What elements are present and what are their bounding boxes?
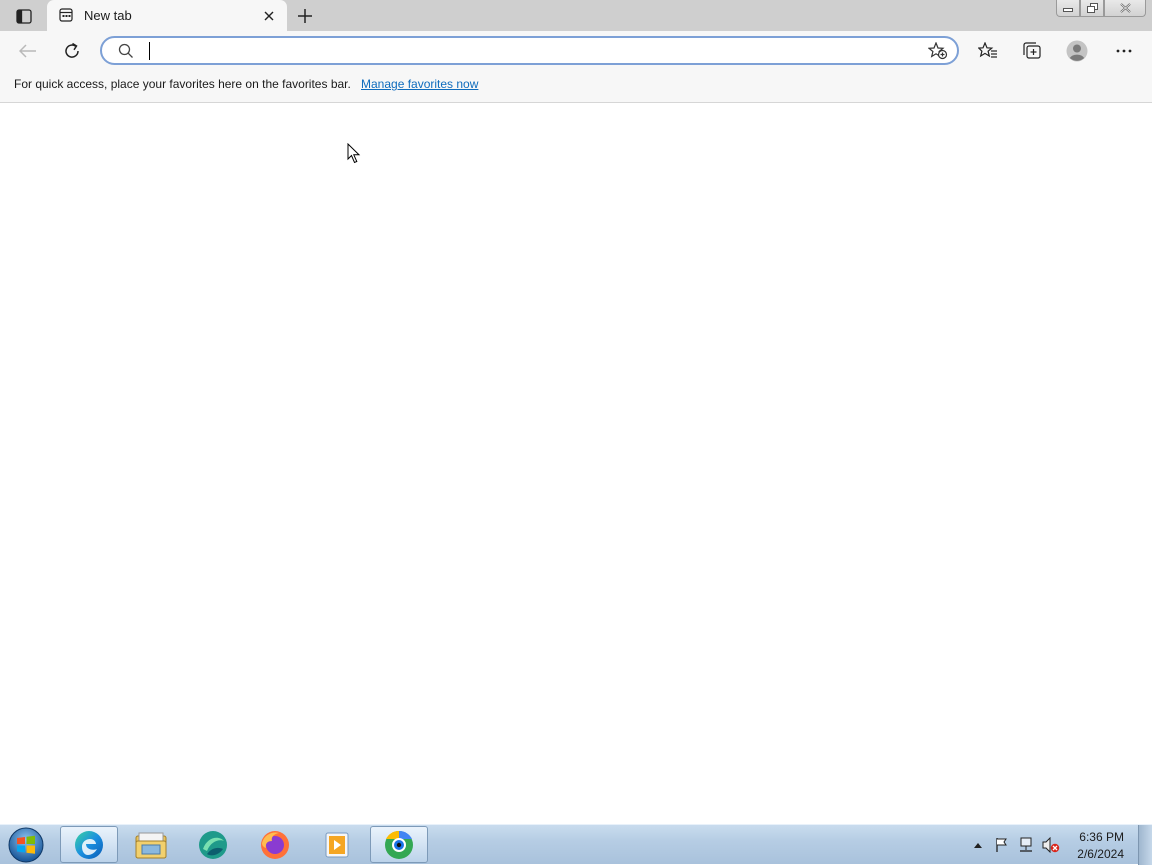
media-player-icon [325,832,349,857]
flag-icon [996,838,1007,852]
navigation-toolbar [0,31,1152,71]
volume-muted-icon [1042,837,1060,853]
refresh-icon [65,42,79,58]
mouse-cursor-icon [347,142,361,169]
close-window-button[interactable] [1104,0,1146,17]
action-center-tray-button[interactable] [993,836,1011,854]
windows-start-icon [8,827,44,862]
start-button[interactable] [4,825,48,864]
profile-icon [1066,40,1088,62]
favorites-button[interactable] [976,40,1000,62]
system-clock[interactable]: 6:36 PM 2/6/2024 [1077,829,1124,863]
chrome-like-icon [385,830,413,859]
show-desktop-button[interactable] [1138,825,1152,865]
clock-time: 6:36 PM [1079,830,1124,844]
taskbar-app-firefox[interactable] [246,826,304,863]
clock-date: 2/6/2024 [1077,847,1124,861]
settings-more-button[interactable] [1112,40,1136,62]
taskbar-app-file-explorer[interactable] [122,826,180,863]
folder-icon [135,832,167,858]
close-window-icon [1119,3,1131,13]
close-icon [264,11,274,21]
tab-actions-button[interactable] [12,6,36,26]
tab-close-button[interactable] [261,8,277,24]
add-favorite-button[interactable] [927,41,948,65]
back-arrow-icon [19,44,36,58]
refresh-button[interactable] [60,40,84,62]
firefox-icon [261,830,289,859]
edge-icon [75,830,103,859]
page-content[interactable] [0,103,1152,824]
profile-button[interactable] [1065,39,1089,63]
plus-icon [298,9,312,23]
search-icon [118,43,134,64]
minimize-icon [1063,8,1073,12]
tab-new-tab[interactable]: New tab [47,0,287,31]
chevron-up-icon [974,842,982,848]
taskbar-app-green[interactable] [184,826,242,863]
restore-icon [1086,3,1098,13]
collections-icon [1023,42,1041,59]
address-bar[interactable] [100,36,959,65]
new-tab-button[interactable] [294,5,316,27]
minimize-button[interactable] [1056,0,1080,17]
text-caret [149,42,150,60]
show-hidden-icons-button[interactable] [971,839,985,851]
favorites-bar: For quick access, place your favorites h… [0,71,1152,103]
collections-button[interactable] [1020,40,1044,62]
favorites-icon [978,42,997,58]
taskbar-app-chrome-like[interactable] [370,826,428,863]
tab-actions-icon [16,8,32,24]
network-tray-button[interactable] [1017,836,1035,854]
volume-tray-button[interactable] [1041,836,1061,854]
taskbar-app-media-player[interactable] [308,826,366,863]
manage-favorites-link[interactable]: Manage favorites now [361,77,478,91]
star-add-icon [927,41,948,60]
back-button[interactable] [16,40,40,62]
taskbar-app-edge[interactable] [60,826,118,863]
favorites-bar-message: For quick access, place your favorites h… [14,77,351,91]
address-input[interactable] [148,41,908,61]
tab-title: New tab [84,8,132,23]
taskbar: 6:36 PM 2/6/2024 [0,824,1152,865]
more-icon [1116,49,1132,53]
new-tab-favicon-icon [59,8,73,27]
network-icon [1020,837,1032,852]
green-app-icon [199,830,227,859]
restore-button[interactable] [1080,0,1104,17]
tab-strip: New tab [0,0,1152,31]
